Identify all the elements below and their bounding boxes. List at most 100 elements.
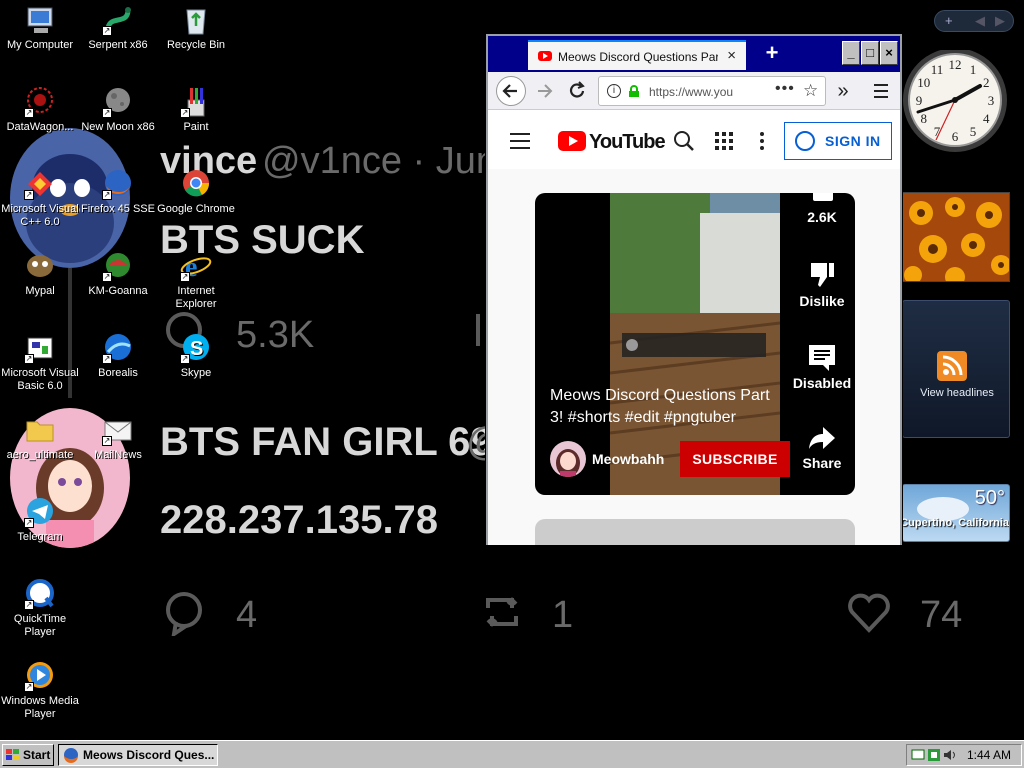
security-tray-icon[interactable]: [927, 748, 941, 762]
address-bar[interactable]: i https://www.you ••• ☆: [598, 76, 826, 106]
desktop-icon-my-computer[interactable]: My Computer: [0, 4, 80, 52]
desktop-icon-label: Mypal: [25, 285, 55, 297]
new-tab-button[interactable]: +: [760, 40, 784, 66]
desktop-icon-label: New Moon x86: [81, 121, 155, 133]
comments-label: Disabled: [792, 375, 852, 391]
media-player-icon: ↗: [24, 660, 56, 692]
tab-close-icon[interactable]: ×: [727, 47, 736, 64]
more-options-icon[interactable]: [756, 129, 768, 153]
desktop-icon-new-moon[interactable]: ↗ New Moon x86: [78, 86, 158, 134]
tweet2-like-icon: [848, 593, 890, 633]
url-text: https://www.you: [649, 85, 734, 99]
tweet2-replies: 4: [236, 594, 258, 636]
site-info-icon[interactable]: i: [607, 84, 621, 98]
desktop-icon-visual-cpp[interactable]: ↗ Microsoft Visual C++ 6.0: [0, 168, 80, 229]
volume-tray-icon[interactable]: [943, 748, 957, 762]
subscribe-button[interactable]: SUBSCRIBE: [680, 441, 790, 477]
tweet2-likes: 74: [920, 594, 963, 636]
network-tray-icon[interactable]: [911, 748, 925, 762]
overflow-chevron-button[interactable]: »: [828, 76, 858, 106]
taskbar-item-firefox[interactable]: Meows Discord Ques...: [58, 744, 218, 766]
clock-number: 1: [970, 62, 977, 77]
desktop-icon-mailnews[interactable]: ↗ MailNews: [78, 414, 158, 462]
tweet2-user: BTS FAN GIRL 69: [160, 420, 493, 464]
sign-in-button[interactable]: SIGN IN: [784, 122, 892, 160]
tab-youtube[interactable]: Meows Discord Questions Part 3! #shorts …: [528, 40, 746, 70]
folder-icon: [24, 414, 56, 446]
flowers-photo: [903, 193, 1009, 281]
thumbs-down-icon: [811, 263, 834, 287]
maximize-button[interactable]: □: [861, 41, 879, 65]
like-button[interactable]: 2.6K: [787, 193, 855, 225]
weather-temperature: 50°: [974, 487, 1005, 509]
youtube-logo-icon[interactable]: [558, 131, 586, 151]
close-window-button[interactable]: ×: [880, 41, 898, 65]
thumbs-up-icon: [813, 193, 833, 201]
weather-gadget[interactable]: 50° Cupertino, California: [902, 484, 1010, 542]
previous-gadgets-icon[interactable]: ◀: [975, 13, 985, 29]
tweet2-retweets: 1: [552, 594, 574, 636]
desktop-icon-quicktime[interactable]: ↗ QuickTime Player: [0, 578, 80, 639]
page-actions-icon[interactable]: •••: [775, 80, 795, 98]
visual-cpp-icon: ↗: [24, 168, 56, 200]
desktop-icon-aero-ultimate[interactable]: aero_ultimate: [0, 414, 80, 462]
desktop-icon-skype[interactable]: S ↗ Skype: [156, 332, 236, 380]
next-gadgets-icon[interactable]: ▶: [995, 13, 1005, 29]
view-headlines-link[interactable]: View headlines: [903, 387, 1011, 399]
desktop-icon-km-goanna[interactable]: ↗ KM-Goanna: [78, 250, 158, 298]
skype-icon: S ↗: [180, 332, 212, 364]
clock-number: 6: [952, 129, 959, 144]
desktop-icon-serpent[interactable]: ↗ Serpent x86: [78, 4, 158, 52]
guide-menu-icon[interactable]: [508, 129, 532, 153]
dislike-label: Dislike: [799, 293, 845, 309]
comments-button[interactable]: Disabled: [787, 343, 855, 391]
desktop-icon-mypal[interactable]: Mypal: [0, 250, 80, 298]
desktop-icon-windows-media-player[interactable]: ↗ Windows Media Player: [0, 660, 80, 721]
slideshow-gadget[interactable]: [902, 192, 1010, 282]
desktop-icon-internet-explorer[interactable]: e ↗ Internet Explorer: [156, 250, 236, 311]
desktop-icon-paint[interactable]: ↗ Paint: [156, 86, 236, 134]
desktop-icon-visual-basic[interactable]: ↗ Microsoft Visual Basic 6.0: [0, 332, 80, 393]
next-short-card[interactable]: [535, 519, 855, 545]
desktop-icon-label: Google Chrome: [157, 203, 235, 215]
tweet2-text: 228.237.135.78: [160, 498, 439, 542]
tweet2-retweet-icon: [486, 597, 518, 627]
forward-button[interactable]: [530, 76, 560, 106]
hamburger-menu-icon: [874, 84, 888, 98]
desktop-icon-borealis[interactable]: ↗ Borealis: [78, 332, 158, 380]
system-tray: 1:44 AM: [906, 744, 1022, 766]
minimize-button[interactable]: _: [842, 41, 860, 65]
clock-time[interactable]: 1:44 AM: [967, 748, 1011, 762]
desktop-icon-recycle-bin[interactable]: Recycle Bin: [156, 4, 236, 52]
desktop-icon-chrome[interactable]: Google Chrome: [156, 168, 236, 216]
menu-button[interactable]: [866, 76, 896, 106]
channel-name[interactable]: Meowbahh: [592, 451, 664, 467]
dislike-button[interactable]: Dislike: [787, 261, 855, 309]
feed-headlines-gadget[interactable]: View headlines: [902, 300, 1010, 438]
desktop-icon-telegram[interactable]: ↗ Telegram: [0, 496, 80, 544]
desktop-icon-datawagon[interactable]: ↗ DataWagon...: [0, 86, 80, 134]
channel-avatar[interactable]: [550, 441, 586, 477]
back-button[interactable]: [496, 76, 526, 106]
taskbar-item-label: Meows Discord Ques...: [83, 748, 215, 762]
firefox-icon: ↗: [102, 168, 134, 200]
desktop-icon-label: DataWagon...: [6, 121, 74, 133]
desktop-icon-label: Skype: [180, 367, 212, 379]
moon-icon: ↗: [102, 86, 134, 118]
reload-button[interactable]: [562, 76, 592, 106]
share-button[interactable]: Share: [787, 425, 855, 471]
start-button[interactable]: Start: [2, 744, 54, 766]
search-icon[interactable]: [672, 129, 696, 153]
shorts-feed: 2.6K Dislike Disabled Share Meows Discor…: [488, 169, 900, 545]
bookmark-star-icon[interactable]: ☆: [803, 81, 818, 101]
youtube-logo-text[interactable]: YouTube: [589, 131, 666, 154]
apps-grid-icon[interactable]: [712, 129, 736, 153]
mypal-icon: [24, 250, 56, 282]
short-video-card[interactable]: 2.6K Dislike Disabled Share Meows Discor…: [535, 193, 855, 495]
short-title[interactable]: Meows Discord Questions Part 3! #shorts …: [550, 385, 780, 429]
clock-number: 11: [931, 62, 944, 77]
desktop-icon-firefox[interactable]: ↗ Firefox 45 SSE: [78, 168, 158, 216]
clock-gadget[interactable]: 12 1 2 3 4 5 6 7 8 9 10 11: [900, 48, 1010, 170]
desktop-icon-label: Windows Media Player: [1, 695, 79, 720]
add-gadget-icon[interactable]: +: [945, 13, 953, 28]
